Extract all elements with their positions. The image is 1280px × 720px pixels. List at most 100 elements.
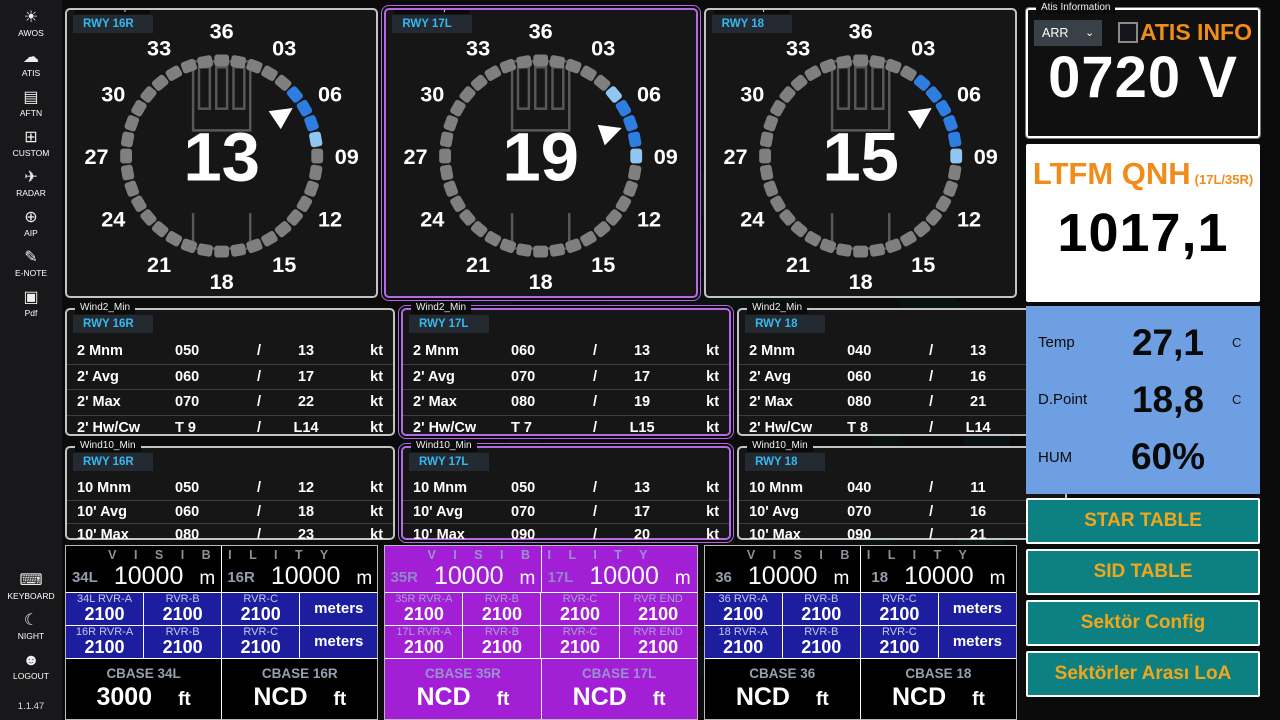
sidebar-item-e-note[interactable]: ✎ E-NOTE bbox=[15, 248, 47, 278]
runway-label: 17L bbox=[547, 569, 574, 586]
wind-row-label: 2' Max bbox=[77, 394, 121, 411]
sidebar-bottom: ⌨ KEYBOARD ☾ NIGHT ☻ LOGOUT bbox=[7, 571, 54, 691]
met-value: 60% bbox=[1130, 436, 1206, 478]
sidebar-item-atis[interactable]: ☁ ATIS bbox=[22, 48, 40, 78]
runway-badge[interactable]: RWY 18 bbox=[745, 315, 826, 333]
svg-text:24: 24 bbox=[740, 206, 764, 231]
wind-data-row: 10' Avg 060/18 kt bbox=[67, 499, 394, 524]
cbase-cell: CBASE 34L 3000 ft bbox=[66, 659, 223, 719]
wind-speed: 17 bbox=[633, 503, 651, 520]
rvr-value: 2100 bbox=[879, 637, 920, 658]
rvr-value: 2100 bbox=[481, 637, 522, 658]
wind-speed: 17 bbox=[633, 368, 651, 385]
windcompass-panel-rwy-18: WindCompassRWY 1836030609121518212427303… bbox=[703, 8, 1017, 298]
wind-direction: T 8 bbox=[847, 419, 869, 436]
runway-badge[interactable]: RWY 18 bbox=[711, 15, 792, 33]
night-moon-icon: ☾ bbox=[23, 612, 39, 629]
windcompass-panel-rwy-16r: WindCompassRWY 16R 36 03 06 09 12 15 18 21 24 27 30… bbox=[65, 8, 379, 298]
sidebar-item-night[interactable]: ☾ NIGHT bbox=[18, 611, 44, 641]
runway-badge[interactable]: RWY 17L bbox=[409, 315, 490, 333]
wind-direction: 070 bbox=[847, 503, 872, 520]
rvr-value: 2100 bbox=[638, 604, 679, 625]
svg-text:06: 06 bbox=[957, 81, 981, 106]
svg-text:15: 15 bbox=[592, 252, 616, 277]
wind-direction: 090 bbox=[847, 527, 872, 544]
sekt-r-config-button[interactable]: Sektör Config bbox=[1026, 600, 1260, 646]
wind-unit: kt bbox=[370, 527, 384, 544]
wind-row-label: 10' Avg bbox=[77, 503, 127, 520]
rvr-unit-label: meters bbox=[952, 600, 1003, 618]
wind-compass-row: WindCompassRWY 16R3603060912151821242730… bbox=[62, 0, 1020, 300]
wind-data-row: 2' Hw/Cw T 9/L14 kt bbox=[67, 414, 394, 441]
groupbox-title: WindCompass bbox=[75, 10, 151, 14]
wind-speed: 11 bbox=[970, 480, 986, 497]
met-unit: C bbox=[1232, 335, 1242, 351]
sidebar-item-label: AIP bbox=[24, 228, 38, 238]
wind-speed: 19 bbox=[633, 394, 651, 411]
sidebar-item-radar[interactable]: ✈ RADAR bbox=[16, 168, 46, 198]
sidebar-item-label: NIGHT bbox=[17, 631, 45, 641]
svg-text:36: 36 bbox=[529, 19, 553, 44]
sidebar-item-awos[interactable]: ☀ AWOS bbox=[18, 8, 44, 38]
visibility-unit: m bbox=[199, 568, 216, 589]
met-value: 18,8 bbox=[1131, 378, 1204, 420]
cbase-label: CBASE 17L bbox=[581, 666, 657, 681]
runway-badge[interactable]: RWY 16R bbox=[73, 15, 153, 33]
wind-row-label: 2' Avg bbox=[77, 368, 119, 385]
sekt-rler-aras-loa-button[interactable]: Sektörler Arası LoA bbox=[1026, 651, 1260, 697]
visibility-block-2: V I S I B I L I T Y 35R 10000 m 17L 10000 m 35R… bbox=[384, 545, 698, 720]
rvr-cell: 17L RVR-A 2100 bbox=[385, 626, 464, 658]
runway-badge[interactable]: RWY 17L bbox=[409, 453, 490, 471]
runway-badge[interactable]: RWY 16R bbox=[73, 453, 153, 471]
rvr-cell: 34L RVR-A 2100 bbox=[66, 593, 145, 625]
wind-unit: kt bbox=[370, 343, 384, 360]
sidebar-item-label: RADAR bbox=[16, 188, 46, 198]
cbase-cell: CBASE 36 NCD ft bbox=[705, 659, 861, 719]
wind-data-row: 10 Mnm 050/12 kt bbox=[67, 477, 393, 500]
sidebar-item-pdf[interactable]: ▣ Pdf bbox=[23, 288, 38, 318]
sid-table-button[interactable]: SID TABLE bbox=[1026, 549, 1260, 595]
rvr-cell: RVR-C 2100 bbox=[222, 626, 301, 658]
chevron-down-icon: ⌄ bbox=[1084, 27, 1095, 39]
svg-text:27: 27 bbox=[723, 144, 747, 169]
wind-row-label: 10' Max bbox=[749, 527, 801, 544]
qnh-value: 1017,1 bbox=[1057, 203, 1229, 263]
rvr-cell: meters bbox=[938, 593, 1016, 625]
wind-direction: 080 bbox=[847, 394, 872, 411]
cbase-cell: CBASE 17L NCD ft bbox=[542, 659, 697, 719]
wind10-table-rwy-17l: Wind10_Min RWY 17L 10 Mnm 050/13 kt 10' Avg 07… bbox=[401, 440, 732, 544]
action-buttons: STAR TABLE SID TABLE Sektör Config Sektörle… bbox=[1026, 498, 1260, 697]
sidebar-item-logout[interactable]: ☻ LOGOUT bbox=[13, 651, 49, 681]
wind-data-row: 2' Avg 070/17 kt bbox=[403, 363, 730, 390]
sidebar-item-keyboard[interactable]: ⌨ KEYBOARD bbox=[7, 571, 54, 601]
sidebar-item-aip[interactable]: ⊕ AIP bbox=[24, 208, 38, 238]
rvr-cell: RVR-C 2100 bbox=[860, 626, 939, 658]
wind-speed: 16 bbox=[970, 503, 987, 520]
groupbox-title: Wind10_Min bbox=[411, 440, 477, 452]
star-table-button[interactable]: STAR TABLE bbox=[1026, 498, 1260, 544]
rvr-value: 2100 bbox=[879, 604, 920, 625]
svg-text:09: 09 bbox=[654, 144, 678, 169]
runway-badge[interactable]: RWY 18 bbox=[745, 453, 826, 471]
runway-badge[interactable]: RWY 17L bbox=[392, 15, 473, 33]
runway-badge[interactable]: RWY 16R bbox=[73, 315, 153, 333]
visibility-header: V I S I B I L I T Y 34L 10000 m 16R 10000 m bbox=[66, 546, 378, 593]
wind-data-row: 2' Avg060/16kt bbox=[739, 363, 1066, 390]
cbase-unit: ft bbox=[816, 689, 829, 710]
wind-speed: 21 bbox=[970, 394, 987, 411]
rvr-cell: RVR-B 2100 bbox=[782, 593, 861, 625]
wind-row-label: 2 Mnm bbox=[413, 343, 459, 360]
atis-info-checkbox[interactable] bbox=[1118, 22, 1138, 43]
atis-mode-dropdown[interactable]: ARR ⌄ bbox=[1034, 19, 1103, 46]
svg-text:33: 33 bbox=[466, 35, 490, 60]
wind-direction-arrow bbox=[598, 124, 623, 146]
wind-speed: 20 bbox=[633, 527, 651, 544]
wind-speed-value: 19 bbox=[503, 119, 580, 196]
cbase-unit: ft bbox=[333, 689, 347, 710]
radar-plane-icon: ✈ bbox=[24, 169, 38, 186]
sidebar-item-custom[interactable]: ⊞ CUSTOM bbox=[13, 128, 50, 158]
sidebar: ☀ AWOS ☁ ATIS ▤ AFTN ⊞ CUSTOM ✈ RADAR ⊕ AIP ✎ E-NOTE ▣… bbox=[0, 0, 62, 720]
sidebar-item-aftn[interactable]: ▤ AFTN bbox=[20, 88, 42, 118]
cbase-cell: CBASE 16R NCD ft bbox=[222, 659, 377, 719]
awos-beacon-icon: ☀ bbox=[23, 9, 39, 26]
